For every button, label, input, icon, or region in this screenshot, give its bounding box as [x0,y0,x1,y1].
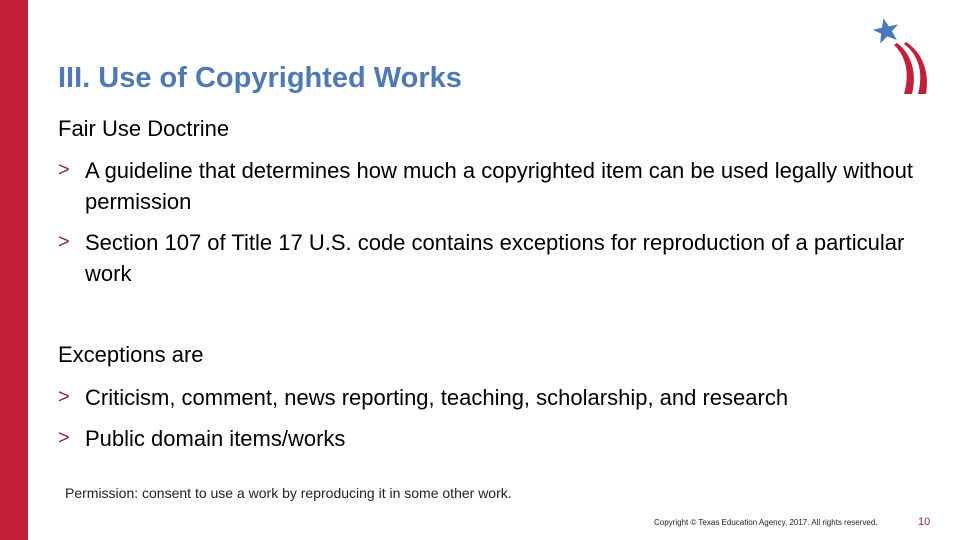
bullet-text: Section 107 of Title 17 U.S. code contai… [85,230,905,286]
bullet-text: Criticism, comment, news reporting, teac… [85,385,789,410]
chevron-right-icon: > [58,386,70,408]
bullet-item: > Criticism, comment, news reporting, te… [58,382,938,413]
star-icon [872,18,899,44]
chevron-right-icon: > [58,427,70,449]
section-heading-exceptions: Exceptions are [58,342,204,367]
bullet-item: > Public domain items/works [58,423,938,454]
star-with-stripes-logo-icon [866,12,938,96]
bullet-item: > A guideline that determines how much a… [58,155,938,217]
chevron-right-icon: > [58,231,70,253]
section-heading-fair-use: Fair Use Doctrine [58,116,230,141]
bullet-item: > Section 107 of Title 17 U.S. code cont… [58,227,938,289]
definition-note: Permission: consent to use a work by rep… [65,485,512,501]
chevron-right-icon: > [58,159,70,181]
left-accent-bar [0,0,28,540]
slide-title: III. Use of Copyrighted Works [58,62,462,94]
copyright-footer: Copyright © Texas Education Agency, 2017… [654,518,878,527]
bullet-text: Public domain items/works [85,426,346,451]
page-number: 10 [918,516,931,528]
bullet-text: A guideline that determines how much a c… [85,158,913,214]
